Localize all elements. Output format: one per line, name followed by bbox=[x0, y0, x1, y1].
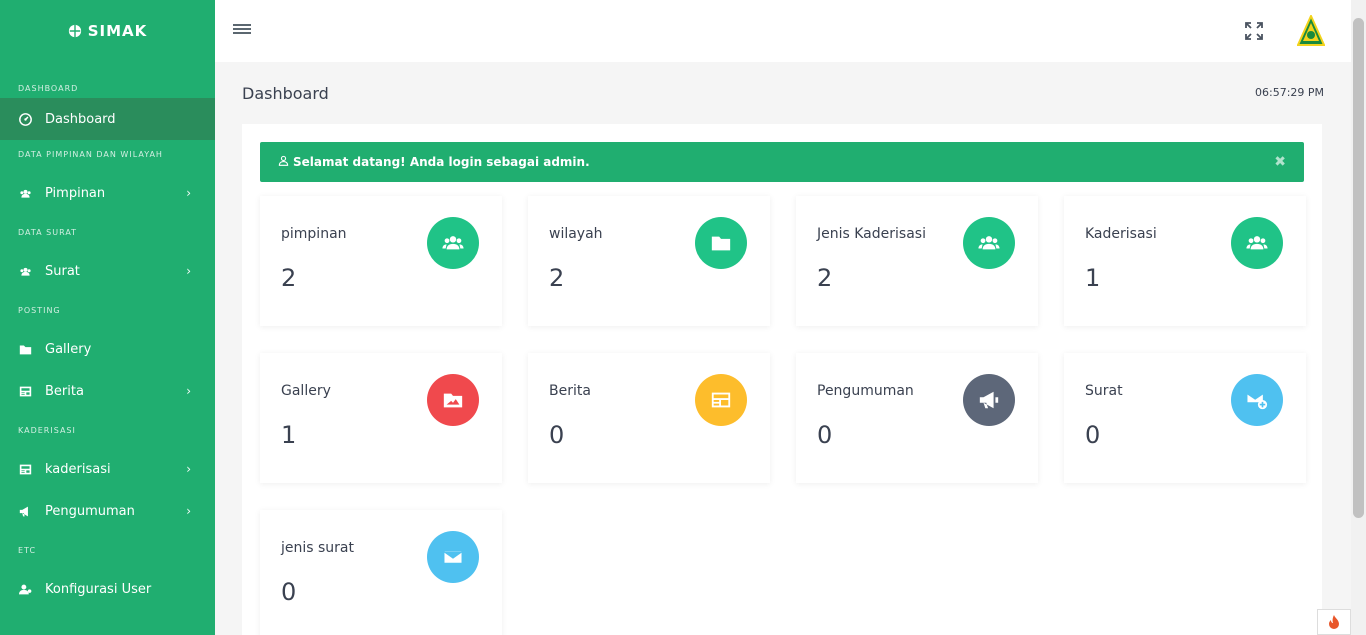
section-title-data-surat: DATA SURAT bbox=[18, 227, 78, 237]
newspaper-icon bbox=[711, 392, 731, 408]
clock: 06:57:29 PM bbox=[1255, 86, 1325, 99]
sidebar-item-label: Pengumuman bbox=[45, 503, 135, 519]
chevron-right-icon: › bbox=[186, 504, 191, 518]
stat-card-wilayah[interactable]: wilayah 2 bbox=[528, 196, 770, 326]
sidebar-item-label: Konfigurasi User bbox=[45, 581, 152, 597]
page-title: Dashboard bbox=[242, 84, 329, 103]
newspaper-icon bbox=[18, 384, 32, 398]
stat-title: wilayah bbox=[549, 226, 603, 242]
folder-icon bbox=[18, 342, 32, 356]
stat-card-surat[interactable]: Surat 0 bbox=[1064, 353, 1306, 483]
sidebar-item-pimpinan[interactable]: Pimpinan › bbox=[0, 172, 215, 214]
chevron-right-icon: › bbox=[186, 186, 191, 200]
section-title-kaderisasi: KADERISASI bbox=[18, 425, 76, 435]
stat-title: Gallery bbox=[281, 383, 331, 399]
alert-message: Selamat datang! Anda login sebagai admin… bbox=[293, 155, 590, 169]
stat-icon-circle bbox=[695, 374, 747, 426]
stat-card-jenis-kaderisasi[interactable]: Jenis Kaderisasi 2 bbox=[796, 196, 1038, 326]
section-title-etc: ETC bbox=[18, 545, 37, 555]
topbar bbox=[215, 0, 1351, 62]
users-icon bbox=[18, 186, 32, 200]
users-icon bbox=[978, 236, 1000, 250]
stat-card-pengumuman[interactable]: Pengumuman 0 bbox=[796, 353, 1038, 483]
menu-toggle-icon[interactable] bbox=[233, 22, 251, 38]
sidebar-item-surat[interactable]: Surat › bbox=[0, 250, 215, 292]
stat-title: Pengumuman bbox=[817, 383, 914, 399]
stat-icon-circle bbox=[963, 374, 1015, 426]
users-icon bbox=[1246, 236, 1268, 250]
stat-card-berita[interactable]: Berita 0 bbox=[528, 353, 770, 483]
section-title-pimpinan-wilayah: DATA PIMPINAN DAN WILAYAH bbox=[18, 149, 163, 159]
mail-plus-icon bbox=[1246, 393, 1268, 410]
stat-icon-circle bbox=[427, 217, 479, 269]
stat-title: Kaderisasi bbox=[1085, 226, 1157, 242]
sidebar-item-label: Berita bbox=[45, 383, 84, 399]
sidebar-item-label: Pimpinan bbox=[45, 185, 106, 201]
sidebar-item-dashboard[interactable]: Dashboard bbox=[0, 98, 215, 140]
sidebar-item-pengumuman[interactable]: Pengumuman › bbox=[0, 490, 215, 532]
image-folder-icon bbox=[443, 393, 463, 408]
close-icon[interactable]: ✖ bbox=[1274, 154, 1286, 170]
stat-title: pimpinan bbox=[281, 226, 347, 242]
stat-value: 1 bbox=[1085, 264, 1101, 292]
stat-icon-circle bbox=[963, 217, 1015, 269]
stat-icon-circle bbox=[1231, 217, 1283, 269]
fullscreen-icon[interactable] bbox=[1245, 22, 1263, 40]
dashboard-icon bbox=[18, 112, 32, 126]
organization-logo-icon[interactable] bbox=[1297, 15, 1325, 47]
stat-icon-circle bbox=[427, 374, 479, 426]
stat-icon-circle bbox=[427, 531, 479, 583]
stat-card-jenis-surat[interactable]: jenis surat 0 bbox=[260, 510, 502, 635]
sidebar-item-label: Gallery bbox=[45, 341, 92, 357]
brand-logo-icon bbox=[68, 24, 81, 38]
sidebar: SIMAK DASHBOARD Dashboard DATA PIMPINAN … bbox=[0, 0, 215, 635]
user-icon bbox=[278, 155, 289, 169]
stat-value: 2 bbox=[549, 264, 565, 292]
stat-title: Jenis Kaderisasi bbox=[817, 226, 926, 242]
sidebar-item-gallery[interactable]: Gallery bbox=[0, 328, 215, 370]
chevron-right-icon: › bbox=[186, 462, 191, 476]
folder-icon bbox=[711, 236, 731, 251]
bullhorn-icon bbox=[979, 391, 999, 409]
stat-value: 2 bbox=[817, 264, 833, 292]
stat-value: 0 bbox=[1085, 421, 1101, 449]
mail-icon bbox=[443, 549, 463, 565]
welcome-alert: Selamat datang! Anda login sebagai admin… bbox=[260, 142, 1304, 182]
newspaper-icon bbox=[18, 462, 32, 476]
stat-card-gallery[interactable]: Gallery 1 bbox=[260, 353, 502, 483]
stat-value: 2 bbox=[281, 264, 297, 292]
sidebar-item-label: kaderisasi bbox=[45, 461, 111, 477]
sidebar-item-konfigurasi-user[interactable]: Konfigurasi User bbox=[0, 568, 215, 610]
stat-icon-circle bbox=[1231, 374, 1283, 426]
sidebar-item-label: Surat bbox=[45, 263, 80, 279]
scrollbar-thumb[interactable] bbox=[1353, 18, 1364, 518]
stat-title: Berita bbox=[549, 383, 591, 399]
users-icon bbox=[442, 236, 464, 250]
stat-title: jenis surat bbox=[281, 540, 355, 556]
stat-value: 1 bbox=[281, 421, 297, 449]
flame-icon[interactable] bbox=[1317, 609, 1351, 635]
section-title-dashboard: DASHBOARD bbox=[18, 83, 79, 93]
users-cog-icon bbox=[18, 582, 32, 596]
sidebar-item-berita[interactable]: Berita › bbox=[0, 370, 215, 412]
brand[interactable]: SIMAK bbox=[0, 0, 215, 62]
users-icon bbox=[18, 264, 32, 278]
sidebar-item-kaderisasi[interactable]: kaderisasi › bbox=[0, 448, 215, 490]
stat-value: 0 bbox=[817, 421, 833, 449]
stat-value: 0 bbox=[549, 421, 565, 449]
stat-title: Surat bbox=[1085, 383, 1123, 399]
section-title-posting: POSTING bbox=[18, 305, 61, 315]
stat-card-pimpinan[interactable]: pimpinan 2 bbox=[260, 196, 502, 326]
stat-icon-circle bbox=[695, 217, 747, 269]
stat-value: 0 bbox=[281, 578, 297, 606]
brand-name: SIMAK bbox=[87, 22, 148, 40]
stat-card-kaderisasi[interactable]: Kaderisasi 1 bbox=[1064, 196, 1306, 326]
chevron-right-icon: › bbox=[186, 264, 191, 278]
chevron-right-icon: › bbox=[186, 384, 191, 398]
bullhorn-icon bbox=[18, 504, 32, 518]
sidebar-item-label: Dashboard bbox=[45, 111, 116, 127]
